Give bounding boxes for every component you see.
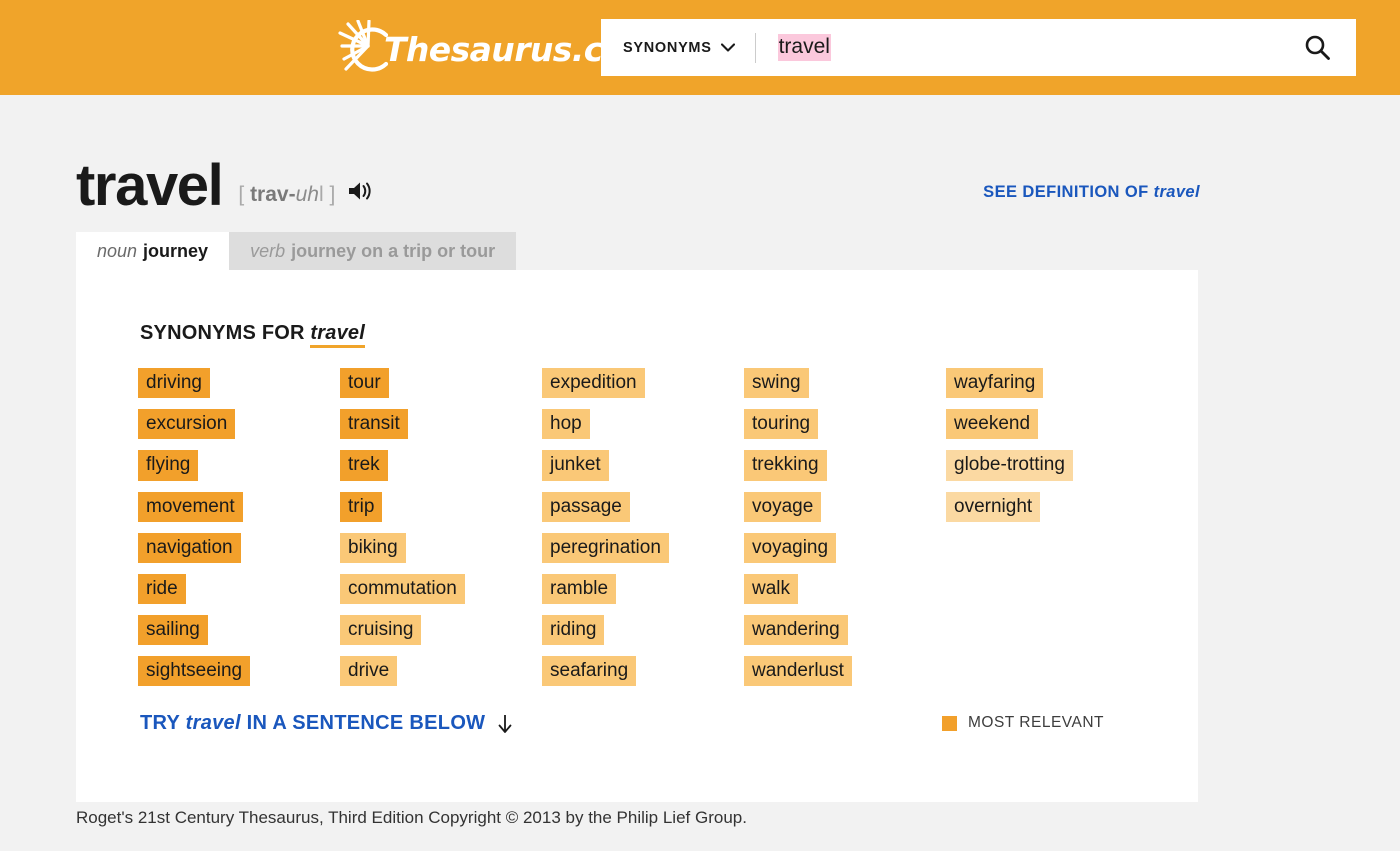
tab-noun-journey[interactable]: noun journey [76, 232, 230, 270]
search-submit-button[interactable] [1278, 19, 1356, 76]
try-in-a-sentence-link[interactable]: TRY travel IN A SENTENCE BELOW [140, 712, 513, 735]
synonyms-grid: driving excursion flying movement navigation… [138, 368, 1148, 687]
synonym-chip[interactable]: wayfaring [946, 368, 1044, 399]
synonyms-card: SYNONYMS FOR travel driving excursion flyi… [76, 270, 1198, 802]
synonym-chip[interactable]: trek [340, 450, 388, 481]
synonym-chip[interactable]: overnight [946, 491, 1041, 522]
search-type-dropdown[interactable]: SYNONYMS [601, 19, 755, 76]
legend-label: MOST RELEVANT [968, 714, 1104, 731]
entry-title-row: travel [ trav-uhl ] SEE DEFINITION OF tr… [76, 152, 1200, 218]
synonym-chip[interactable]: expedition [542, 368, 645, 399]
synonym-chip[interactable]: driving [138, 368, 210, 399]
tab-verb-journey-on-a-trip-or-tour[interactable]: verb journey on a trip or tour [229, 232, 517, 270]
pronunciation: [ trav-uhl ] [238, 183, 335, 207]
synonym-chip[interactable]: junket [542, 450, 609, 481]
speaker-audio-icon[interactable] [347, 180, 373, 202]
tab-term-label: journey on a trip or tour [291, 240, 496, 261]
try-link-word: travel [185, 712, 241, 734]
synonym-column: tour transit trek trip biking commutation crui… [340, 368, 542, 687]
synonyms-heading-prefix: SYNONYMS FOR [140, 322, 311, 344]
tab-pos-label: verb [250, 240, 286, 261]
copyright-text: Roget's 21st Century Thesaurus, Third Ed… [76, 808, 747, 827]
synonym-chip[interactable]: navigation [138, 532, 241, 563]
synonym-chip[interactable]: cruising [340, 615, 422, 646]
sense-tabs: noun journey verb journey on a trip or t… [76, 232, 517, 270]
pronunciation-open-bracket: [ [238, 183, 245, 206]
synonym-chip[interactable]: trip [340, 491, 383, 522]
synonym-chip[interactable]: transit [340, 409, 408, 440]
synonym-chip[interactable]: biking [340, 532, 406, 563]
synonym-chip[interactable]: wanderlust [744, 656, 852, 687]
search-input[interactable]: travel [777, 34, 831, 61]
see-definition-prefix: SEE DEFINITION OF [983, 183, 1154, 201]
synonym-chip[interactable]: touring [744, 409, 819, 440]
synonym-chip[interactable]: tour [340, 368, 389, 399]
synonym-chip[interactable]: ride [138, 573, 186, 605]
synonym-chip[interactable]: voyage [744, 491, 822, 522]
synonym-chip[interactable]: commutation [340, 573, 465, 605]
synonym-chip[interactable]: excursion [138, 409, 236, 440]
arrow-down-icon [498, 714, 512, 733]
search-bar: SYNONYMS travel [601, 19, 1356, 76]
pronunciation-close-bracket: ] [329, 183, 336, 206]
synonym-chip[interactable]: sightseeing [138, 656, 251, 687]
try-link-text: TRY travel IN A SENTENCE BELOW [140, 712, 485, 735]
search-input-wrap[interactable]: travel [756, 19, 1278, 76]
synonyms-heading: SYNONYMS FOR travel [140, 322, 365, 348]
synonym-column: wayfaring weekend globe-trotting overnight [946, 368, 1148, 686]
synonym-chip[interactable]: seafaring [542, 656, 637, 687]
synonym-column: driving excursion flying movement navigation… [138, 368, 340, 687]
synonym-chip[interactable]: passage [542, 491, 630, 522]
pronunciation-schwa: uh [295, 183, 319, 206]
chevron-down-icon [720, 43, 735, 52]
synonyms-heading-word: travel [310, 322, 365, 348]
synonym-chip[interactable]: movement [138, 491, 243, 522]
synonym-chip[interactable]: wandering [744, 615, 848, 646]
synonym-chip[interactable]: flying [138, 450, 199, 481]
see-definition-word: travel [1153, 183, 1200, 201]
synonym-chip[interactable]: swing [744, 368, 809, 399]
site-header: Thesaurus.com SYNONYMS travel [0, 0, 1400, 95]
try-link-suffix: IN A SENTENCE BELOW [240, 712, 486, 734]
synonym-chip[interactable]: riding [542, 615, 605, 646]
synonym-chip[interactable]: ramble [542, 573, 617, 605]
tab-term-label: journey [143, 240, 209, 261]
try-link-prefix: TRY [140, 712, 186, 734]
synonym-chip[interactable]: globe-trotting [946, 450, 1073, 481]
legend-swatch-most-relevant [942, 715, 957, 731]
relevance-legend: MOST RELEVANT [942, 714, 1104, 732]
synonym-chip[interactable]: weekend [946, 409, 1039, 440]
page-title: travel [76, 153, 224, 218]
tab-pos-label: noun [97, 240, 138, 261]
search-icon [1305, 35, 1330, 60]
synonym-chip[interactable]: trekking [744, 450, 827, 481]
synonym-column: expedition hop junket passage peregrination r… [542, 368, 744, 687]
synonym-chip[interactable]: drive [340, 656, 398, 687]
synonym-chip[interactable]: peregrination [542, 532, 669, 563]
pronunciation-stress: trav- [250, 183, 296, 206]
search-type-label: SYNONYMS [623, 39, 712, 56]
see-definition-link[interactable]: SEE DEFINITION OF travel [983, 183, 1200, 202]
pronunciation-tail: l [318, 183, 324, 206]
synonym-chip[interactable]: sailing [138, 615, 208, 646]
synonym-chip[interactable]: hop [542, 409, 590, 440]
synonym-chip[interactable]: walk [744, 573, 799, 605]
synonym-chip[interactable]: voyaging [744, 532, 837, 563]
synonym-column: swing touring trekking voyage voyaging walk wa… [744, 368, 946, 687]
